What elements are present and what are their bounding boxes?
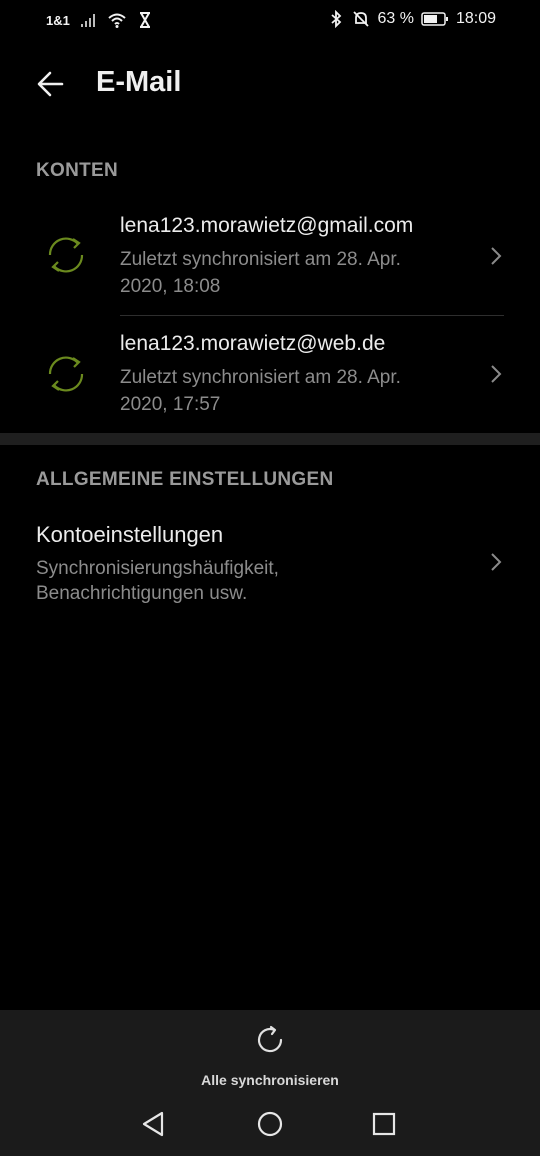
nav-back-button[interactable] (138, 1108, 170, 1140)
arrow-left-icon (37, 71, 64, 97)
row-divider (120, 315, 504, 316)
account-settings-subtitle-line2: Benachrichtigungen usw. (36, 583, 248, 604)
chevron-right-icon (491, 365, 502, 383)
sync-status-line1: Zuletzt synchronisiert am 28. Apr. (120, 249, 401, 270)
page-title: E-Mail (96, 66, 182, 98)
nav-recents-button[interactable] (368, 1108, 400, 1140)
account-sync-status: Zuletzt synchronisiert am 28. Apr. 2020,… (120, 246, 470, 300)
account-text: lena123.morawietz@gmail.com Zuletzt sync… (120, 212, 470, 300)
account-settings-title: Kontoeinstellungen (36, 522, 224, 547)
wifi-icon (108, 13, 126, 28)
status-bar: 1&1 63 % 18:09 (0, 0, 540, 40)
account-sync-icon-wrap (44, 233, 88, 277)
account-email: lena123.morawietz@gmail.com (120, 214, 414, 237)
triangle-back-icon (142, 1111, 164, 1137)
sync-status-line2: 2020, 18:08 (120, 276, 221, 297)
signal-icon (80, 14, 95, 27)
account-text: lena123.morawietz@web.de Zuletzt synchro… (120, 330, 470, 418)
system-nav-bar (0, 1090, 540, 1156)
sync-all-label: Alle synchronisieren (201, 1072, 339, 1088)
battery-icon (421, 12, 448, 26)
account-sync-status: Zuletzt synchronisiert am 28. Apr. 2020,… (120, 364, 470, 418)
status-time: 18:09 (455, 10, 496, 27)
account-row-gmail[interactable]: lena123.morawietz@gmail.com Zuletzt sync… (0, 200, 540, 314)
bell-muted-icon (353, 11, 370, 27)
status-left: 1&1 (46, 11, 154, 29)
refresh-icon (257, 1025, 283, 1053)
account-email: lena123.morawietz@web.de (120, 332, 386, 355)
account-settings-row[interactable]: Kontoeinstellungen Synchronisierungshäuf… (0, 510, 540, 614)
account-sync-icon-wrap (44, 352, 88, 396)
carrier-label: 1&1 (46, 12, 70, 28)
app-bar: E-Mail (0, 52, 540, 116)
nav-home-button[interactable] (254, 1108, 286, 1140)
account-row-webde[interactable]: lena123.morawietz@web.de Zuletzt synchro… (0, 318, 540, 432)
sync-status-line1: Zuletzt synchronisiert am 28. Apr. (120, 367, 401, 388)
circle-home-icon (257, 1111, 283, 1137)
accounts-section-header: KONTEN (36, 160, 119, 181)
sync-status-line2: 2020, 17:57 (120, 394, 221, 415)
square-recents-icon (372, 1112, 396, 1136)
chevron-right-icon (491, 553, 502, 571)
hourglass-icon (139, 12, 150, 28)
status-right: 63 % 18:09 (327, 10, 496, 28)
back-button[interactable] (32, 64, 72, 104)
account-settings-subtitle-line1: Synchronisierungshäufigkeit, (36, 558, 279, 579)
battery-percent: 63 % (377, 10, 414, 27)
sync-circle-icon (48, 356, 84, 392)
sync-all-button[interactable]: Alle synchronisieren (170, 1020, 370, 1094)
sync-circle-icon (48, 237, 84, 273)
chevron-right-icon (491, 247, 502, 265)
section-divider (0, 433, 540, 445)
account-settings-subtitle: Synchronisierungshäufigkeit, Benachricht… (36, 556, 456, 606)
email-settings-screen: 1&1 63 % 18:09 E-Mail KONTEN lena123.mor… (0, 0, 540, 1156)
general-section-header: ALLGEMEINE EINSTELLUNGEN (36, 469, 334, 490)
bluetooth-icon (331, 10, 342, 28)
